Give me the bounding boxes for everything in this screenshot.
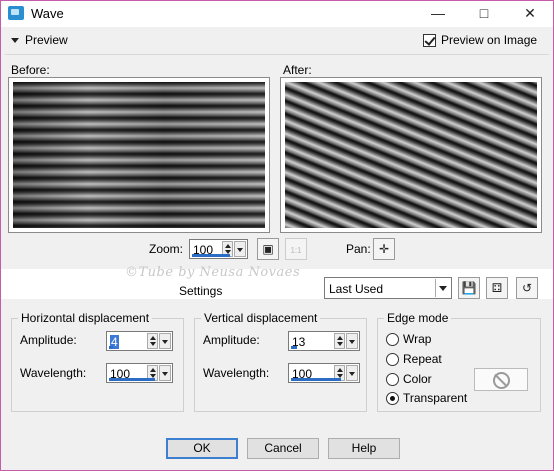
- radio-transparent-label: Transparent: [403, 391, 468, 405]
- help-button[interactable]: Help: [328, 438, 400, 459]
- fit-to-window-icon: ▣: [262, 242, 274, 256]
- preset-value: Last Used: [329, 282, 384, 296]
- h-amplitude-dropdown-icon[interactable]: [159, 333, 171, 349]
- horizontal-displacement-group: Horizontal displacement Amplitude: 4 Wav…: [11, 311, 184, 412]
- after-preview[interactable]: [280, 77, 542, 233]
- h-amplitude-underline: [109, 346, 113, 349]
- window-title: Wave: [31, 6, 64, 21]
- after-label: After:: [283, 63, 312, 77]
- edge-color-swatch[interactable]: [474, 368, 528, 391]
- v-amplitude-underline: [291, 346, 297, 349]
- h-amplitude-label: Amplitude:: [20, 333, 77, 347]
- v-wavelength-spinner[interactable]: 100: [288, 363, 360, 383]
- zoom-dropdown-icon[interactable]: [234, 241, 246, 257]
- h-amplitude-stepper-icon[interactable]: [147, 333, 158, 349]
- radio-wrap-label: Wrap: [403, 332, 432, 346]
- pan-icon: ✛: [378, 242, 390, 256]
- settings-label: Settings: [179, 284, 223, 298]
- edge-mode-title: Edge mode: [384, 311, 452, 325]
- preview-on-image-label: Preview on Image: [441, 33, 538, 47]
- close-button[interactable]: ✕: [507, 1, 553, 27]
- reset-button[interactable]: ↺: [516, 277, 538, 299]
- zoom-underline: [192, 254, 230, 257]
- randomize-button[interactable]: ⚃: [486, 277, 508, 299]
- h-wavelength-spinner[interactable]: 100: [106, 363, 173, 383]
- radio-repeat-label: Repeat: [403, 352, 442, 366]
- v-amplitude-stepper-icon[interactable]: [334, 333, 345, 349]
- before-sheen: [13, 82, 265, 228]
- preview-toggle-label: Preview: [25, 33, 68, 47]
- radio-repeat[interactable]: Repeat: [386, 352, 442, 366]
- radio-selected-icon: [386, 391, 399, 405]
- radio-color-label: Color: [403, 372, 432, 386]
- save-preset-icon: 💾: [461, 281, 477, 295]
- v-wavelength-label: Wavelength:: [203, 366, 270, 380]
- app-icon: [8, 6, 24, 20]
- radio-wrap[interactable]: Wrap: [386, 332, 431, 346]
- before-preview[interactable]: [8, 77, 270, 233]
- radio-unselected-icon: [386, 352, 399, 366]
- zoom-row: Zoom: 100 ▣ 1:1 Pan: ✛: [1, 237, 553, 261]
- preview-on-image-checkbox[interactable]: Preview on Image: [423, 33, 537, 47]
- after-waved-stripes: [285, 82, 537, 228]
- v-amplitude-label: Amplitude:: [203, 333, 260, 347]
- fit-to-window-button[interactable]: ▣: [257, 238, 279, 260]
- horizontal-group-title: Horizontal displacement: [18, 311, 153, 325]
- v-wavelength-underline: [291, 378, 341, 381]
- wave-dialog: Wave — □ ✕ Preview Preview on Image Befo…: [0, 0, 554, 471]
- pan-label: Pan:: [346, 242, 371, 256]
- radio-unselected-icon: [386, 332, 399, 346]
- h-wavelength-underline: [109, 378, 155, 381]
- radio-transparent[interactable]: Transparent: [386, 391, 467, 405]
- pan-button[interactable]: ✛: [373, 238, 395, 260]
- divider: [5, 54, 549, 55]
- ok-button[interactable]: OK: [166, 438, 238, 459]
- actual-size-button[interactable]: 1:1: [285, 238, 307, 260]
- before-image: [13, 82, 265, 228]
- chevron-down-icon: [435, 279, 450, 297]
- v-wavelength-dropdown-icon[interactable]: [346, 365, 358, 381]
- v-amplitude-spinner[interactable]: 13: [288, 331, 360, 351]
- zoom-label: Zoom:: [149, 242, 184, 256]
- before-label: Before:: [11, 63, 50, 77]
- h-amplitude-spinner[interactable]: 4: [106, 331, 173, 351]
- reset-icon: ↺: [521, 281, 533, 295]
- title-bar: Wave — □ ✕: [1, 1, 553, 27]
- watermark: ©Tube by Neusa Novaes: [125, 265, 301, 280]
- preview-toggle[interactable]: Preview: [11, 33, 68, 47]
- vertical-displacement-group: Vertical displacement Amplitude: 13 Wave…: [194, 311, 367, 412]
- cancel-button[interactable]: Cancel: [247, 438, 319, 459]
- preset-dropdown[interactable]: Last Used: [324, 277, 452, 299]
- checkbox-checked-icon: [423, 33, 436, 47]
- after-image: [285, 82, 537, 228]
- radio-unselected-icon: [386, 372, 399, 386]
- vertical-group-title: Vertical displacement: [201, 311, 321, 325]
- maximize-button[interactable]: □: [461, 1, 507, 27]
- no-color-icon: [493, 372, 510, 389]
- actual-size-icon: 1:1: [290, 246, 302, 255]
- collapse-triangle-icon: [11, 37, 19, 43]
- randomize-icon: ⚃: [491, 281, 503, 295]
- h-wavelength-label: Wavelength:: [20, 366, 87, 380]
- zoom-spinner[interactable]: 100: [189, 239, 248, 259]
- v-amplitude-dropdown-icon[interactable]: [346, 333, 358, 349]
- minimize-button[interactable]: —: [415, 1, 461, 27]
- h-wavelength-dropdown-icon[interactable]: [159, 365, 171, 381]
- radio-color[interactable]: Color: [386, 372, 432, 386]
- save-preset-button[interactable]: 💾: [458, 277, 480, 299]
